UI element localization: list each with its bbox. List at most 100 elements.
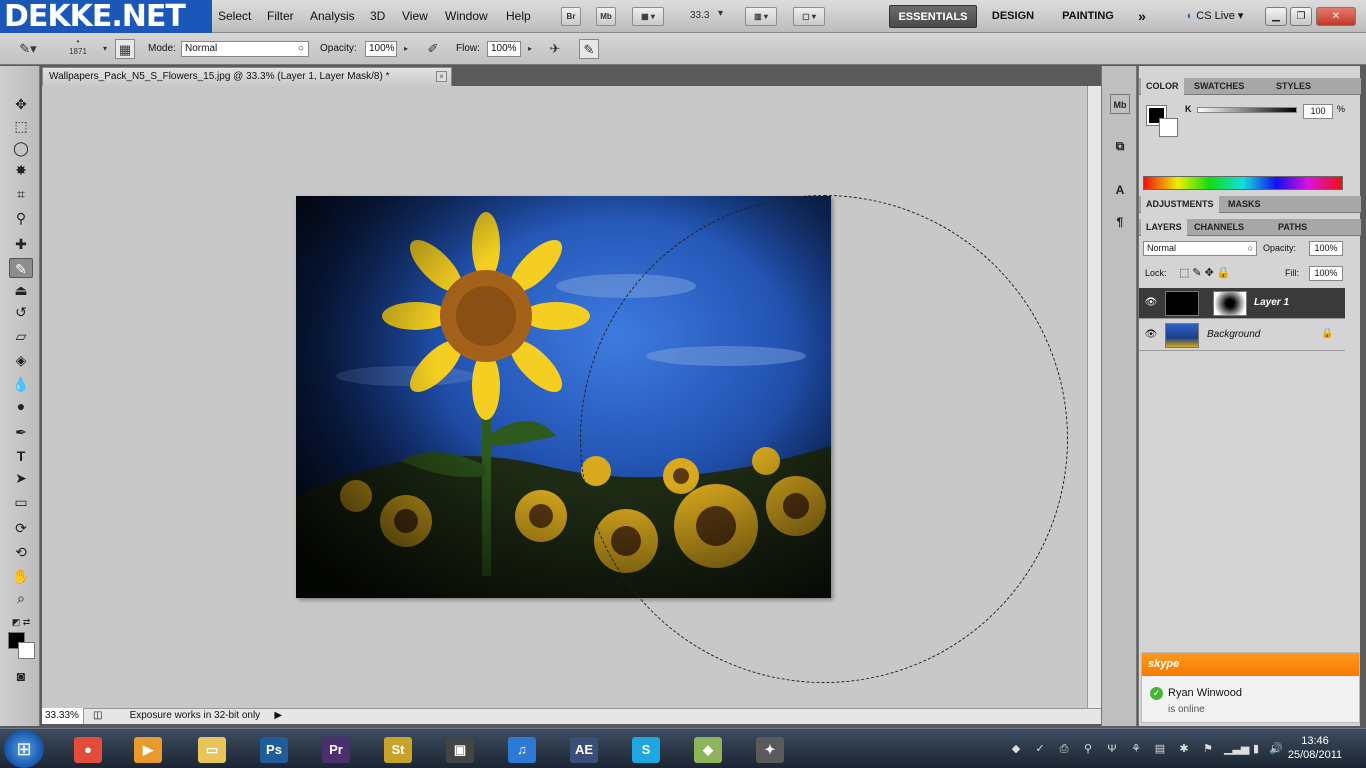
tray-device-icon[interactable]: ⎙ [1056, 741, 1072, 757]
screen-mode-button[interactable]: ▢ ▾ [793, 7, 825, 26]
character-panel-icon[interactable]: A [1110, 180, 1130, 200]
taskbar-explorer-button[interactable]: ▭ [184, 732, 240, 766]
vertical-scrollbar[interactable] [1087, 86, 1101, 708]
blend-mode-select[interactable]: Normal ○ [1143, 241, 1257, 256]
taskbar-torch-button[interactable]: ✦ [742, 732, 798, 766]
taskbar-itunes-button[interactable]: ♫ [494, 732, 550, 766]
arrange-documents-button[interactable]: ▥ ▾ [745, 7, 777, 26]
quick-selection-tool-icon[interactable]: ✸ [9, 160, 33, 180]
airbrush-icon[interactable]: ✈ [545, 39, 565, 59]
tray-usb-icon[interactable]: ⚘ [1128, 741, 1144, 757]
clone-stamp-tool-icon[interactable]: ⏏ [9, 280, 33, 300]
layer-mask-thumbnail[interactable] [1213, 291, 1247, 316]
tray-battery-icon[interactable]: ▮ [1248, 741, 1264, 757]
channel-slider[interactable] [1197, 107, 1297, 113]
workspace-design[interactable]: DESIGN [985, 5, 1041, 28]
lock-icons[interactable]: ⬚✎✥🔒 [1179, 266, 1234, 279]
opacity-field[interactable]: 100% [365, 41, 397, 57]
tab-swatches[interactable]: SWATCHES [1189, 78, 1249, 95]
marquee-tool-icon[interactable]: ⬚ [9, 116, 33, 136]
layer-row-layer-1[interactable]: 👁 Layer 1 [1139, 288, 1345, 319]
eyedropper-tool-icon[interactable]: ⚲ [9, 208, 33, 228]
view-extras-button[interactable]: ▦ ▾ [632, 7, 664, 26]
minimize-icon[interactable]: ▁ [1265, 7, 1287, 26]
color-spectrum[interactable] [1143, 176, 1343, 190]
layer-row-background[interactable]: 👁 Background 🔒 [1139, 320, 1345, 351]
paragraph-panel-icon[interactable]: ¶ [1110, 212, 1130, 232]
document-close-icon[interactable]: × [436, 71, 447, 82]
eye-icon[interactable]: 👁 [1144, 296, 1158, 310]
menu-filter[interactable]: Filter [267, 9, 294, 23]
path-selection-tool-icon[interactable]: ➤ [9, 468, 33, 488]
close-icon[interactable]: ✕ [1316, 7, 1356, 26]
crop-tool-icon[interactable]: ⌗ [9, 184, 33, 204]
layer-name[interactable]: Layer 1 [1254, 297, 1289, 308]
minibridge-panel-icon[interactable]: Mb [1110, 94, 1130, 114]
menu-view[interactable]: View [402, 9, 428, 23]
tab-styles[interactable]: STYLES [1271, 78, 1316, 95]
tray-wireless-icon[interactable]: Ψ [1104, 741, 1120, 757]
tab-masks[interactable]: MASKS [1223, 196, 1266, 213]
tray-sync-icon[interactable]: ✓ [1032, 741, 1048, 757]
tray-network-icon[interactable]: ⚲ [1080, 741, 1096, 757]
flow-field[interactable]: 100% [487, 41, 521, 57]
document-tab[interactable]: Wallpapers_Pack_N5_S_Flowers_15.jpg @ 33… [42, 67, 452, 86]
eraser-tool-icon[interactable]: ▱ [9, 326, 33, 346]
pressure-size-icon[interactable]: ✎ [579, 39, 599, 59]
taskbar-photoshop-button[interactable]: Ps [246, 732, 302, 766]
zoom-dropdown-icon[interactable]: ▾ [718, 8, 723, 19]
taskbar-skype-button[interactable]: S [618, 732, 674, 766]
default-colors-icon[interactable]: ◩ ⇄ [9, 612, 33, 632]
bridge-button[interactable]: Br [561, 7, 581, 26]
brush-dropdown-icon[interactable]: ▾ [95, 39, 115, 59]
flow-slider-icon[interactable]: ▸ [523, 39, 537, 59]
taskbar-media-button[interactable]: ▶ [120, 732, 176, 766]
skype-notification[interactable]: skype ✓ Ryan Winwood is online [1141, 652, 1360, 723]
menu-help[interactable]: Help [506, 9, 531, 23]
zoom-status[interactable]: 33.33% [42, 708, 84, 724]
taskbar-after-effects-button[interactable]: AE [556, 732, 612, 766]
taskbar-notes-button[interactable]: ◆ [680, 732, 736, 766]
eye-icon[interactable]: 👁 [1144, 328, 1158, 342]
blur-tool-icon[interactable]: 💧 [9, 374, 33, 394]
menu-analysis[interactable]: Analysis [310, 9, 355, 23]
status-menu-icon[interactable]: ▶ [274, 708, 286, 724]
start-button-icon[interactable]: ⊞ [4, 730, 44, 768]
layer-opacity-field[interactable]: 100% [1309, 241, 1343, 256]
tray-app-icon[interactable]: ◆ [1008, 741, 1024, 757]
3d-rotate-tool-icon[interactable]: ⟳ [9, 518, 33, 538]
channel-value[interactable]: 100 [1303, 104, 1333, 119]
hand-tool-icon[interactable]: ✋ [9, 566, 33, 586]
healing-brush-tool-icon[interactable]: ✚ [9, 234, 33, 254]
opacity-slider-icon[interactable]: ▸ [399, 39, 413, 59]
tab-channels[interactable]: CHANNELS [1189, 219, 1249, 236]
tray-flag-icon[interactable]: ⚑ [1200, 741, 1216, 757]
lasso-tool-icon[interactable]: ◯ [9, 138, 33, 158]
tray-display-icon[interactable]: ▤ [1152, 741, 1168, 757]
move-tool-icon[interactable]: ✥ [9, 94, 33, 114]
tab-paths[interactable]: PATHS [1273, 219, 1312, 236]
brush-panel-toggle-icon[interactable]: ▦ [115, 39, 135, 59]
status-info-icon[interactable]: ◫ [87, 708, 109, 724]
cs-live-button[interactable]: ◐ CS Live ▾ [1176, 5, 1254, 28]
clock[interactable]: 13:46 25/08/2011 [1280, 734, 1350, 762]
quick-mask-icon[interactable]: ◙ [9, 666, 33, 686]
pressure-opacity-icon[interactable]: ✐ [423, 39, 443, 59]
zoom-tool-icon[interactable]: ⌕ [9, 588, 33, 608]
menu-window[interactable]: Window [445, 9, 488, 23]
workspace-essentials[interactable]: ESSENTIALS [889, 5, 977, 28]
brush-preset-icon[interactable]: ✎▾ [18, 39, 38, 59]
paint-bucket-tool-icon[interactable]: ◈ [9, 350, 33, 370]
menu-3d[interactable]: 3D [370, 9, 385, 23]
menu-select[interactable]: Select [218, 9, 251, 23]
history-panel-icon[interactable]: ⧉ [1110, 136, 1130, 156]
workspace-painting[interactable]: PAINTING [1054, 5, 1122, 28]
layer-name[interactable]: Background [1207, 329, 1260, 340]
shape-tool-icon[interactable]: ▭ [9, 492, 33, 512]
dodge-tool-icon[interactable]: ● [9, 396, 33, 416]
tray-antivirus-icon[interactable]: ✱ [1176, 741, 1192, 757]
pen-tool-icon[interactable]: ✒ [9, 422, 33, 442]
brush-tool-icon[interactable]: ✎ [9, 258, 33, 278]
history-brush-tool-icon[interactable]: ↺ [9, 302, 33, 322]
tab-adjustments[interactable]: ADJUSTMENTS [1141, 196, 1219, 213]
